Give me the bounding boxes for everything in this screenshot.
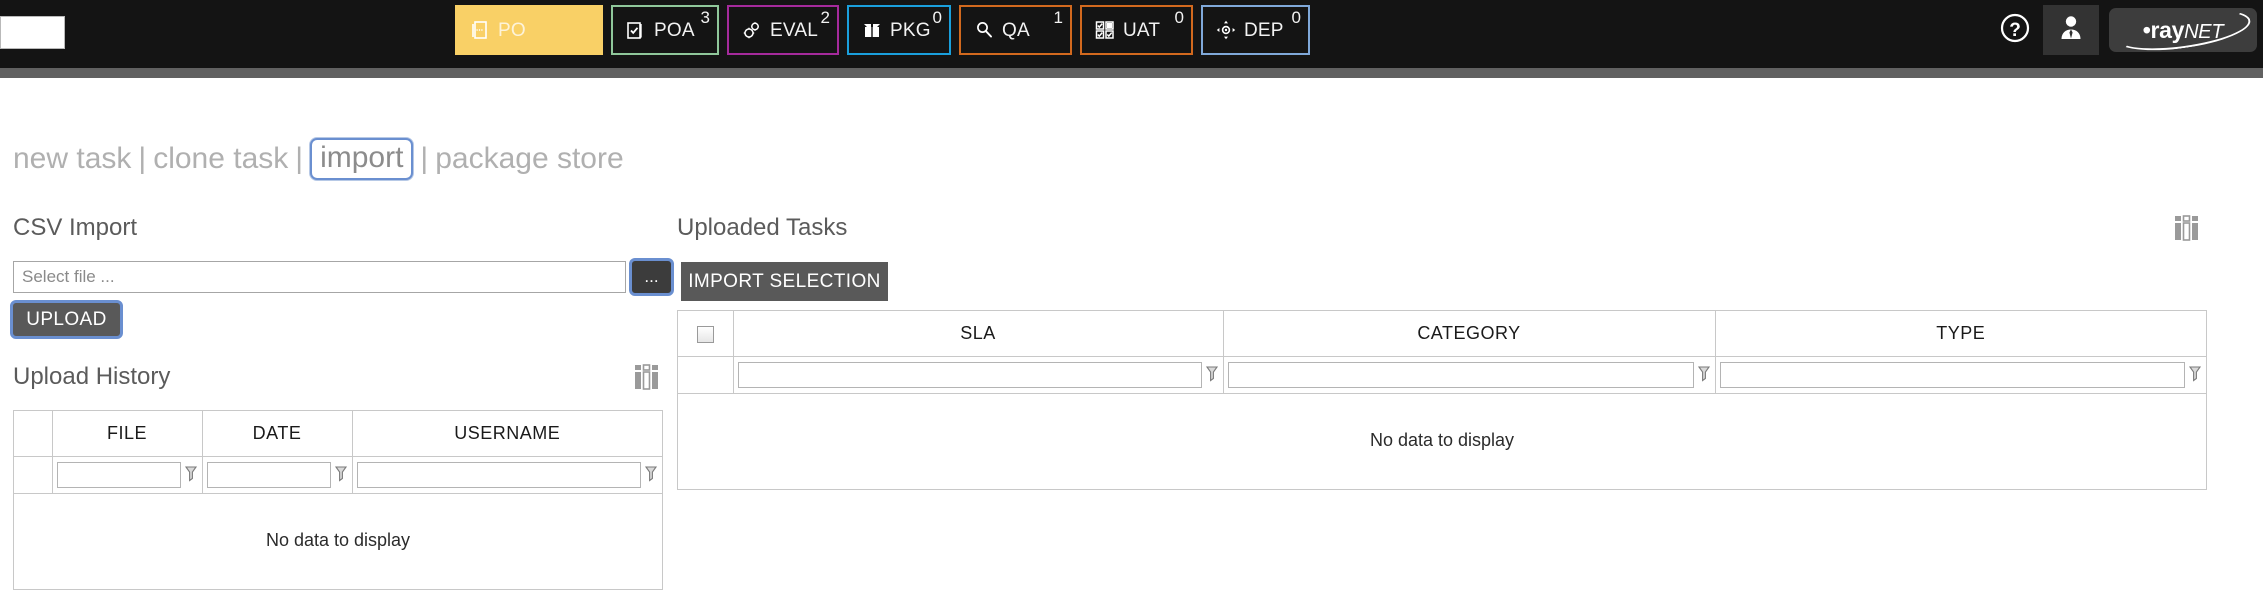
uh-col-username[interactable]: USERNAME (352, 411, 662, 456)
uh-filter-blank (14, 456, 52, 493)
tab-pkg-label: PKG (890, 21, 931, 40)
import-selection-button[interactable]: IMPORT SELECTION (681, 262, 888, 301)
tab-pkg[interactable]: PKG 0 (847, 5, 951, 55)
breadcrumb: new task | clone task | import | package… (13, 138, 624, 180)
app-logo-placeholder[interactable] (0, 16, 65, 49)
file-select-row: ... (13, 261, 663, 293)
ut-filter-sla-cell (733, 356, 1223, 393)
funnel-icon[interactable] (1697, 365, 1711, 385)
file-path-input[interactable] (13, 261, 626, 293)
help-button[interactable]: ? (1987, 5, 2043, 55)
ut-col-category[interactable]: CATEGORY (1223, 311, 1715, 356)
tab-uat-label: UAT (1123, 21, 1160, 40)
link-package-store[interactable]: package store (435, 142, 623, 176)
app-header: PO POA 3 (0, 0, 2263, 68)
tab-po-label: PO (498, 21, 526, 40)
logo-ray: ray (2151, 17, 2185, 43)
ut-col-type[interactable]: TYPE (1715, 311, 2206, 356)
ut-filter-type-cell (1715, 356, 2206, 393)
column-chooser-icon[interactable] (2174, 215, 2200, 242)
deploy-target-icon (1215, 19, 1237, 41)
tab-qa[interactable]: QA 1 (959, 5, 1072, 55)
checklist-grid-icon (1094, 19, 1116, 41)
link-clone-task[interactable]: clone task (153, 142, 288, 176)
logo-dot: • (2143, 17, 2151, 43)
user-menu-button[interactable] (2043, 5, 2099, 55)
logo-text: •rayNET (2143, 17, 2224, 44)
tab-uat[interactable]: UAT 0 (1080, 5, 1193, 55)
question-mark-circle-icon: ? (1998, 11, 2032, 50)
table-header-row: SLA CATEGORY TYPE (678, 311, 2206, 356)
uploaded-tasks-empty-text: No data to display (678, 393, 2206, 488)
csv-import-title: CSV Import (13, 214, 137, 242)
gears-icon (741, 19, 763, 41)
nav-separator-1: | (138, 142, 146, 176)
nav-separator-2: | (295, 142, 303, 176)
tab-poa-label: POA (654, 21, 695, 40)
tab-dep[interactable]: DEP 0 (1201, 5, 1310, 55)
browse-file-button[interactable]: ... (629, 258, 674, 296)
open-box-icon (861, 19, 883, 41)
ut-filter-category-input[interactable] (1228, 362, 1694, 388)
document-stack-icon (469, 19, 491, 41)
tab-qa-count: 1 (1054, 9, 1063, 26)
tab-eval[interactable]: EVAL 2 (727, 5, 839, 55)
ut-filter-sla-input[interactable] (738, 362, 1202, 388)
uh-filter-username-cell (352, 456, 662, 493)
logo-net: NET (2184, 21, 2223, 43)
tab-qa-label: QA (1002, 21, 1030, 40)
funnel-icon[interactable] (2188, 365, 2202, 385)
ut-filter-category-cell (1223, 356, 1715, 393)
tab-uat-count: 0 (1175, 9, 1184, 26)
raynet-logo[interactable]: •rayNET (2109, 8, 2257, 52)
tab-poa-count: 3 (701, 9, 710, 26)
header-underline (0, 68, 2263, 78)
header-actions: ? •rayNET (1987, 5, 2257, 55)
ut-filter-blank (678, 356, 733, 393)
table-header-row: FILE DATE USERNAME (14, 411, 662, 456)
link-import[interactable]: import (310, 138, 413, 180)
document-check-icon (625, 19, 647, 41)
filter-row (678, 356, 2206, 393)
tab-po[interactable]: PO (455, 5, 603, 55)
tab-pkg-count: 0 (933, 9, 942, 26)
user-avatar-icon (2056, 13, 2086, 48)
uh-filter-username-input[interactable] (357, 462, 642, 488)
tab-poa[interactable]: POA 3 (611, 5, 719, 55)
funnel-icon[interactable] (334, 465, 348, 485)
uploaded-tasks-title: Uploaded Tasks (677, 214, 847, 242)
column-chooser-icon[interactable] (634, 364, 660, 391)
uh-col-file[interactable]: FILE (52, 411, 202, 456)
upload-history-table: FILE DATE USERNAME (13, 410, 663, 590)
workflow-tab-bar: PO POA 3 (455, 5, 1310, 63)
uh-filter-date-input[interactable] (207, 462, 331, 488)
funnel-icon[interactable] (184, 465, 198, 485)
ut-col-sla[interactable]: SLA (733, 311, 1223, 356)
link-new-task[interactable]: new task (13, 142, 131, 176)
empty-row: No data to display (14, 493, 662, 588)
uh-col-select[interactable] (14, 411, 52, 456)
filter-row (14, 456, 662, 493)
ut-filter-type-input[interactable] (1720, 362, 2186, 388)
funnel-icon[interactable] (644, 465, 658, 485)
upload-history-title: Upload History (13, 363, 170, 391)
tab-dep-count: 0 (1292, 9, 1301, 26)
uh-filter-date-cell (202, 456, 352, 493)
uh-filter-file-cell (52, 456, 202, 493)
select-all-checkbox[interactable] (697, 326, 714, 343)
uh-col-date[interactable]: DATE (202, 411, 352, 456)
tab-eval-count: 2 (821, 9, 830, 26)
svg-text:?: ? (2009, 20, 2021, 41)
tab-dep-label: DEP (1244, 21, 1284, 40)
uploaded-tasks-table: SLA CATEGORY TYPE (677, 310, 2207, 490)
funnel-icon[interactable] (1205, 365, 1219, 385)
magnifier-icon (973, 19, 995, 41)
empty-row: No data to display (678, 393, 2206, 488)
uh-filter-file-input[interactable] (57, 462, 181, 488)
upload-button[interactable]: UPLOAD (10, 300, 123, 339)
nav-separator-3: | (420, 142, 428, 176)
ut-col-select[interactable] (678, 311, 733, 356)
tab-eval-label: EVAL (770, 21, 818, 40)
upload-history-empty-text: No data to display (14, 493, 662, 588)
